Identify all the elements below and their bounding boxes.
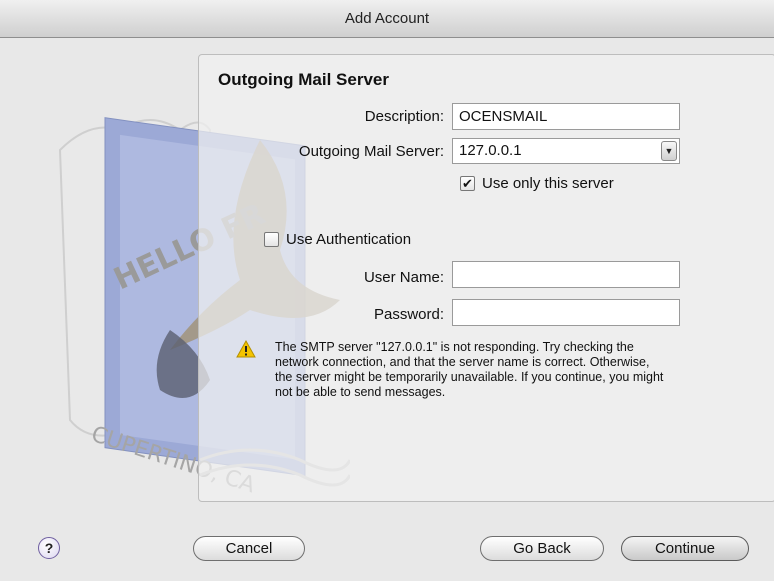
password-field[interactable] <box>452 299 680 326</box>
go-back-button[interactable]: Go Back <box>480 536 604 561</box>
use-authentication-checkbox[interactable] <box>264 232 279 247</box>
description-field[interactable] <box>452 103 680 130</box>
help-button[interactable]: ? <box>38 537 60 559</box>
use-authentication-label: Use Authentication <box>286 231 412 248</box>
cancel-button[interactable]: Cancel <box>193 536 305 561</box>
warning-message: The SMTP server "127.0.0.1" is not respo… <box>275 340 664 399</box>
section-title: Outgoing Mail Server <box>218 70 389 89</box>
password-label: Password: <box>373 306 444 323</box>
outgoing-server-label: Outgoing Mail Server: <box>298 143 444 160</box>
outgoing-server-select[interactable]: 127.0.0.1 ▼ <box>452 138 680 164</box>
username-label: User Name: <box>363 269 444 286</box>
window-title: Add Account <box>0 0 774 38</box>
description-label: Description: <box>364 108 444 125</box>
continue-button[interactable]: Continue <box>621 536 749 561</box>
use-only-server-label: Use only this server <box>482 175 614 192</box>
chevron-down-icon: ▼ <box>661 141 677 161</box>
checkmark-icon: ✔ <box>462 176 473 191</box>
username-field[interactable] <box>452 261 680 288</box>
use-only-server-checkbox[interactable]: ✔ <box>460 176 475 191</box>
outgoing-server-value: 127.0.0.1 <box>459 142 522 159</box>
warning-triangle-icon <box>236 340 256 358</box>
